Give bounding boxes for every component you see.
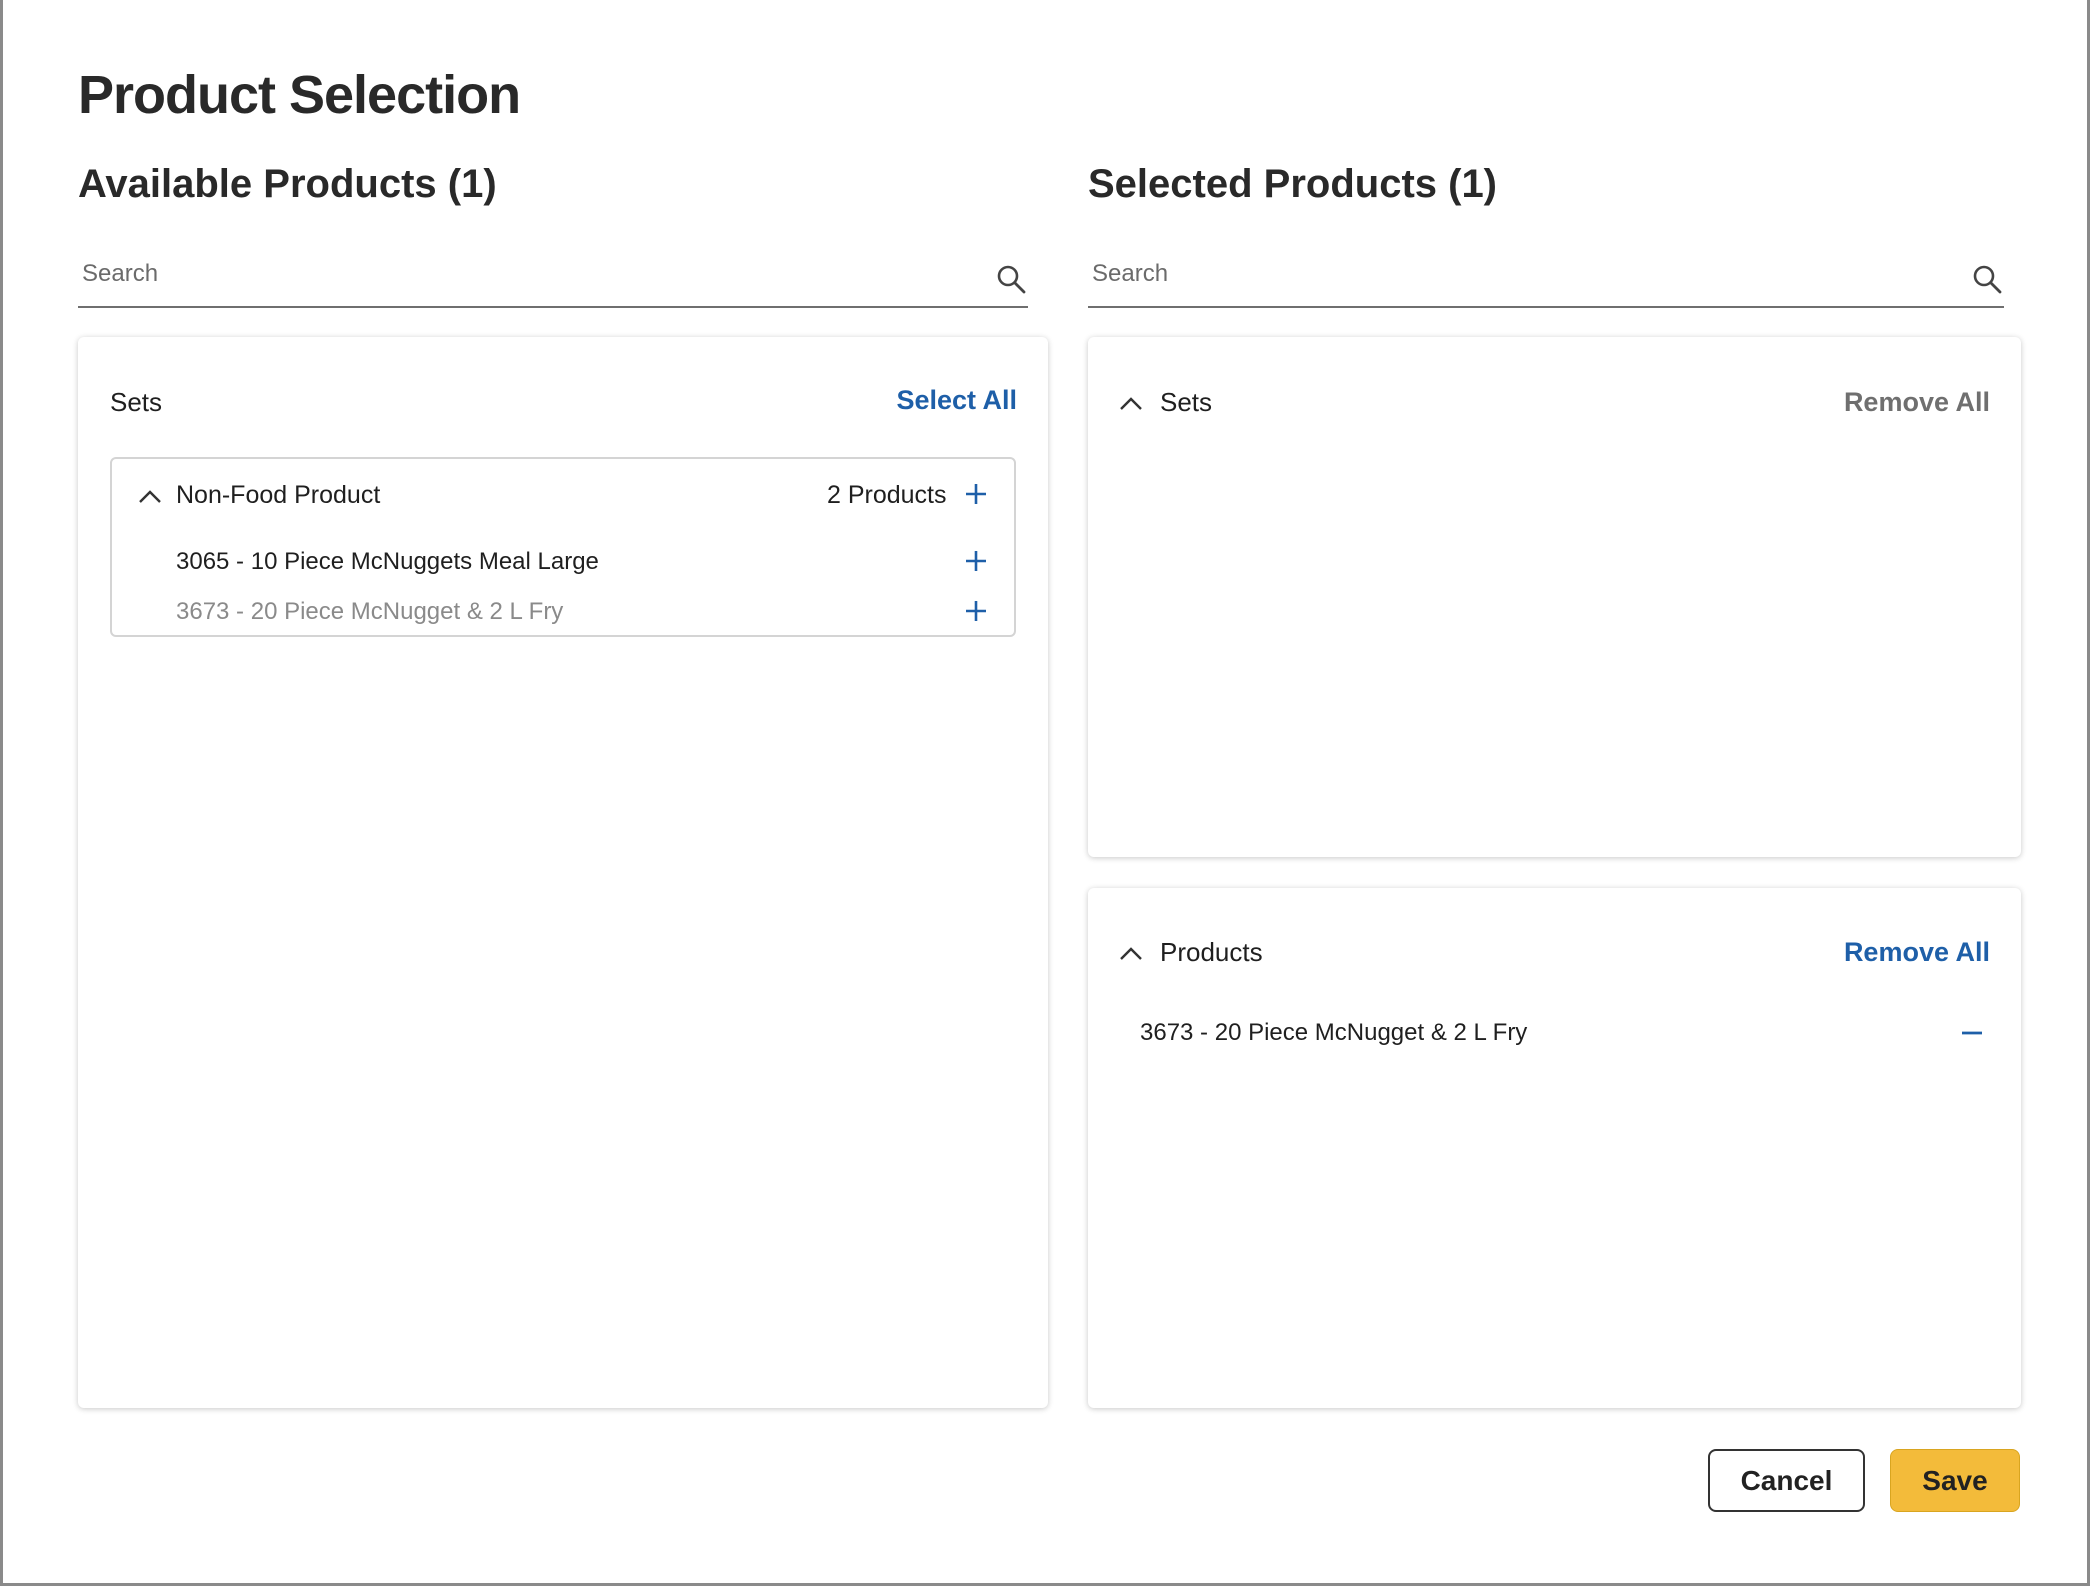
set-group-count: 2 Products [827,481,947,509]
selected-product-item: 3673 - 20 Piece McNugget & 2 L Fry [1140,1019,1528,1046]
save-button[interactable]: Save [1890,1449,2020,1512]
add-product-plus-icon[interactable] [964,599,988,623]
sets-label: Sets [110,387,163,417]
available-search-input[interactable] [82,256,890,292]
remove-product-minus-icon[interactable] [1960,1021,1984,1045]
available-product-item: 3673 - 20 Piece McNugget & 2 L Fry [176,598,564,625]
search-icon[interactable] [1970,262,2004,296]
available-products-heading: Available Products (1) [78,162,497,206]
selected-products-heading: Selected Products (1) [1088,162,1498,206]
selected-products-card: Products Remove All 3673 - 20 Piece McNu… [1088,888,2021,1408]
selected-sets-label: Sets [1160,387,1213,417]
page-title: Product Selection [78,65,521,125]
cancel-button[interactable]: Cancel [1708,1449,1865,1512]
set-group-name: Non-Food Product [176,481,381,509]
selected-search-input[interactable] [1092,256,1871,292]
chevron-up-icon[interactable] [1118,944,1144,962]
selected-search [1088,250,2004,308]
set-group-non-food: Non-Food Product 2 Products 3065 - 10 Pi… [110,457,1016,637]
remove-all-sets-button[interactable]: Remove All [1844,387,1990,418]
chevron-up-icon[interactable] [137,487,163,505]
available-search [78,250,1028,308]
selected-sets-card: Sets Remove All [1088,337,2021,857]
chevron-up-icon[interactable] [1118,394,1144,412]
available-product-item: 3065 - 10 Piece McNuggets Meal Large [176,548,599,575]
remove-all-products-button[interactable]: Remove All [1844,937,1990,968]
search-icon[interactable] [994,262,1028,296]
select-all-button[interactable]: Select All [896,385,1017,416]
product-selection-modal: Product Selection Available Products (1)… [0,0,2090,1586]
selected-products-label: Products [1160,937,1263,967]
add-set-plus-icon[interactable] [964,482,988,506]
add-product-plus-icon[interactable] [964,549,988,573]
